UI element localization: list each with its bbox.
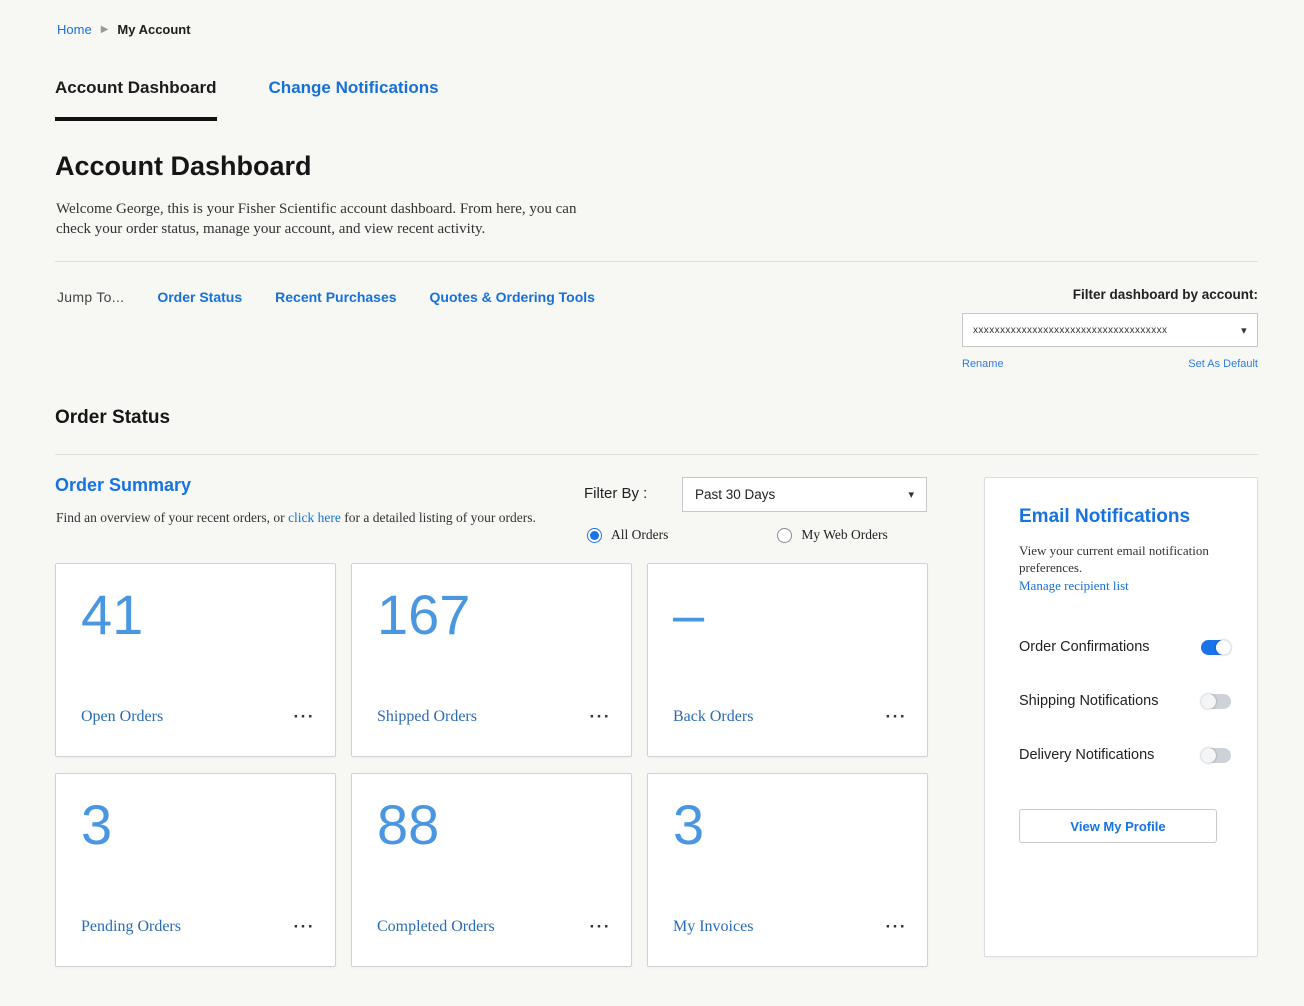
toggle-row-order-confirmations: Order Confirmations <box>1019 639 1231 655</box>
overflow-menu-icon[interactable]: ··· <box>886 922 907 932</box>
delivery-notifications-toggle[interactable] <box>1201 748 1231 763</box>
completed-orders-link[interactable]: Completed Orders <box>377 918 495 936</box>
radio-my-web-orders-label: My Web Orders <box>801 527 887 543</box>
shipping-notifications-label: Shipping Notifications <box>1019 693 1158 709</box>
breadcrumb-home-link[interactable]: Home <box>57 22 92 37</box>
radio-icon <box>587 528 602 543</box>
tab-bar: Account Dashboard Change Notifications <box>55 78 439 121</box>
card-pending-orders: 3 Pending Orders ··· <box>55 773 336 967</box>
account-filter-actions: Rename Set As Default <box>962 358 1258 370</box>
jump-link-recent-purchases[interactable]: Recent Purchases <box>275 289 396 305</box>
shipping-notifications-toggle[interactable] <box>1201 694 1231 709</box>
email-notifications-description: View your current email notification pre… <box>1019 542 1219 576</box>
order-count: 3 <box>81 796 310 855</box>
click-here-link[interactable]: click here <box>288 510 341 525</box>
order-filter-radios: All Orders My Web Orders <box>587 527 888 543</box>
date-range-value: Past 30 Days <box>695 487 775 502</box>
breadcrumb-separator-icon: ▶ <box>101 24 109 35</box>
email-notifications-panel: Email Notifications View your current em… <box>984 477 1258 957</box>
order-confirmations-label: Order Confirmations <box>1019 639 1150 655</box>
email-notifications-heading: Email Notifications <box>1019 506 1231 528</box>
view-my-profile-button[interactable]: View My Profile <box>1019 809 1217 843</box>
open-orders-link[interactable]: Open Orders <box>81 708 163 726</box>
delivery-notifications-label: Delivery Notifications <box>1019 747 1154 763</box>
overflow-menu-icon[interactable]: ··· <box>590 712 611 722</box>
account-filter-value: xxxxxxxxxxxxxxxxxxxxxxxxxxxxxxxxxxxx <box>973 325 1167 336</box>
card-shipped-orders: 167 Shipped Orders ··· <box>351 563 632 757</box>
summary-text-before: Find an overview of your recent orders, … <box>56 510 288 525</box>
order-summary-text: Find an overview of your recent orders, … <box>56 510 536 526</box>
overflow-menu-icon[interactable]: ··· <box>590 922 611 932</box>
overflow-menu-icon[interactable]: ··· <box>294 712 315 722</box>
order-count: 167 <box>377 586 606 645</box>
divider <box>55 261 1258 262</box>
toggle-row-delivery-notifications: Delivery Notifications <box>1019 747 1231 763</box>
rename-link[interactable]: Rename <box>962 358 1004 370</box>
jump-to-label: Jump To... <box>57 289 124 305</box>
card-open-orders: 41 Open Orders ··· <box>55 563 336 757</box>
account-filter: Filter dashboard by account: xxxxxxxxxxx… <box>962 287 1258 370</box>
back-orders-link[interactable]: Back Orders <box>673 708 753 726</box>
page-title: Account Dashboard <box>55 151 312 182</box>
my-invoices-link[interactable]: My Invoices <box>673 918 753 936</box>
radio-all-orders-label: All Orders <box>611 527 668 543</box>
order-count: 3 <box>673 796 902 855</box>
account-filter-label: Filter dashboard by account: <box>962 287 1258 302</box>
divider <box>55 454 1258 455</box>
tab-change-notifications[interactable]: Change Notifications <box>269 78 439 121</box>
order-summary-heading: Order Summary <box>55 475 191 496</box>
filter-by-label: Filter By : <box>584 485 647 502</box>
welcome-text: Welcome George, this is your Fisher Scie… <box>56 199 591 239</box>
order-status-heading: Order Status <box>55 407 170 429</box>
caret-down-icon: ▾ <box>1241 324 1247 337</box>
order-confirmations-toggle[interactable] <box>1201 640 1231 655</box>
jump-link-order-status[interactable]: Order Status <box>157 289 242 305</box>
card-completed-orders: 88 Completed Orders ··· <box>351 773 632 967</box>
jump-link-quotes-ordering-tools[interactable]: Quotes & Ordering Tools <box>430 289 595 305</box>
jump-to-nav: Jump To... Order Status Recent Purchases… <box>57 289 595 305</box>
set-as-default-link[interactable]: Set As Default <box>1188 358 1258 370</box>
breadcrumb-current: My Account <box>117 22 190 37</box>
toggle-row-shipping-notifications: Shipping Notifications <box>1019 693 1231 709</box>
overflow-menu-icon[interactable]: ··· <box>294 922 315 932</box>
summary-text-after: for a detailed listing of your orders. <box>341 510 536 525</box>
breadcrumb: Home ▶ My Account <box>57 22 191 37</box>
radio-icon <box>777 528 792 543</box>
caret-down-icon: ▾ <box>908 488 914 501</box>
radio-all-orders[interactable]: All Orders <box>587 527 668 543</box>
order-summary-cards: 41 Open Orders ··· 167 Shipped Orders ··… <box>55 563 928 967</box>
order-count: 41 <box>81 586 310 645</box>
manage-recipient-list-link[interactable]: Manage recipient list <box>1019 578 1129 594</box>
shipped-orders-link[interactable]: Shipped Orders <box>377 708 477 726</box>
account-filter-select[interactable]: xxxxxxxxxxxxxxxxxxxxxxxxxxxxxxxxxxxx ▾ <box>962 313 1258 347</box>
radio-my-web-orders[interactable]: My Web Orders <box>777 527 887 543</box>
card-my-invoices: 3 My Invoices ··· <box>647 773 928 967</box>
order-count: 88 <box>377 796 606 855</box>
card-back-orders: – Back Orders ··· <box>647 563 928 757</box>
overflow-menu-icon[interactable]: ··· <box>886 712 907 722</box>
tab-account-dashboard[interactable]: Account Dashboard <box>55 78 217 121</box>
pending-orders-link[interactable]: Pending Orders <box>81 918 181 936</box>
date-range-select[interactable]: Past 30 Days ▾ <box>682 477 927 512</box>
order-count: – <box>673 586 902 645</box>
